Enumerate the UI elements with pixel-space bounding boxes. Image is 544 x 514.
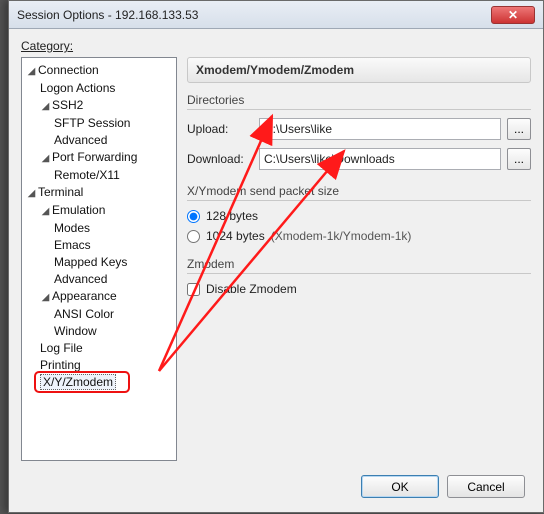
download-browse-button[interactable]: ... [507, 148, 531, 170]
close-icon: ✕ [508, 9, 518, 21]
session-options-dialog: Session Options - 192.168.133.53 ✕ Categ… [8, 0, 544, 513]
tree-item-logon-actions[interactable]: Logon Actions [40, 80, 174, 97]
twist-icon[interactable]: ◢ [40, 289, 51, 306]
group-zmodem: Zmodem Disable Zmodem [187, 257, 531, 296]
radio-1024-bytes[interactable]: 1024 bytes (Xmodem-1k/Ymodem-1k) [187, 229, 531, 243]
tree-item-emulation[interactable]: ◢Emulation Modes Emacs Mapped Keys Advan… [40, 202, 174, 288]
tree-item-printing[interactable]: Printing [40, 357, 174, 374]
tree-item-appearance[interactable]: ◢Appearance ANSI Color Window [40, 288, 174, 340]
group-title: Directories [187, 93, 531, 107]
upload-browse-button[interactable]: ... [507, 118, 531, 140]
tree-item-mapped-keys[interactable]: Mapped Keys [54, 254, 174, 271]
tree-item-window[interactable]: Window [54, 323, 174, 340]
close-button[interactable]: ✕ [491, 6, 535, 24]
tree-item-remote-x11[interactable]: Remote/X11 [54, 167, 174, 184]
category-tree[interactable]: ◢Connection Logon Actions ◢SSH2 SFTP Ses… [21, 57, 177, 461]
download-label: Download: [187, 152, 253, 166]
radio-input[interactable] [187, 230, 200, 243]
cancel-button[interactable]: Cancel [447, 475, 525, 498]
upload-path-input[interactable] [259, 118, 501, 140]
tree-item-sftp-session[interactable]: SFTP Session [54, 115, 174, 132]
tree-item-ssh2[interactable]: ◢SSH2 SFTP Session Advanced [40, 97, 174, 149]
tree-item-modes[interactable]: Modes [54, 220, 174, 237]
tree-item-xyzmodem[interactable]: X/Y/Zmodem [40, 374, 174, 391]
tree-item-emacs[interactable]: Emacs [54, 237, 174, 254]
twist-icon[interactable]: ◢ [26, 63, 37, 80]
checkbox-disable-zmodem[interactable]: Disable Zmodem [187, 282, 531, 296]
upload-label: Upload: [187, 122, 253, 136]
tree-item-advanced[interactable]: Advanced [54, 271, 174, 288]
tree-item-advanced[interactable]: Advanced [54, 132, 174, 149]
window-title: Session Options - 192.168.133.53 [17, 8, 198, 22]
twist-icon[interactable]: ◢ [40, 203, 51, 220]
ok-button[interactable]: OK [361, 475, 439, 498]
tree-item-log-file[interactable]: Log File [40, 340, 174, 357]
twist-icon[interactable]: ◢ [40, 98, 51, 115]
group-title: Zmodem [187, 257, 531, 271]
twist-icon[interactable]: ◢ [26, 185, 37, 202]
radio-128-bytes[interactable]: 128 bytes [187, 209, 531, 223]
group-packet-size: X/Ymodem send packet size 128 bytes 1024… [187, 184, 531, 243]
twist-icon[interactable]: ◢ [40, 150, 51, 167]
group-title: X/Ymodem send packet size [187, 184, 531, 198]
radio-input[interactable] [187, 210, 200, 223]
tree-item-connection[interactable]: ◢Connection Logon Actions ◢SSH2 SFTP Ses… [26, 62, 174, 184]
titlebar[interactable]: Session Options - 192.168.133.53 ✕ [9, 1, 543, 29]
tree-item-ansi-color[interactable]: ANSI Color [54, 306, 174, 323]
tree-item-terminal[interactable]: ◢Terminal ◢Emulation Modes Emacs Mapped … [26, 184, 174, 391]
tree-item-port-forwarding[interactable]: ◢Port Forwarding Remote/X11 [40, 149, 174, 184]
pane-heading: Xmodem/Ymodem/Zmodem [187, 57, 531, 83]
settings-pane: Xmodem/Ymodem/Zmodem Directories Upload:… [187, 57, 531, 461]
download-path-input[interactable] [259, 148, 501, 170]
category-label: Category: [21, 39, 531, 53]
checkbox-input[interactable] [187, 283, 200, 296]
group-directories: Directories Upload: ... Download: ... [187, 93, 531, 170]
